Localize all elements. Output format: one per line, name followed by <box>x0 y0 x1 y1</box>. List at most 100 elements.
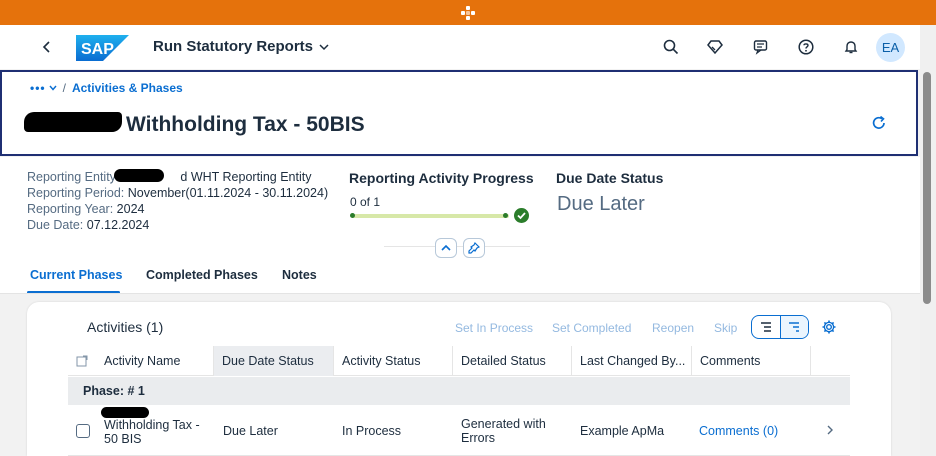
due-status-value: Due Later <box>557 193 645 215</box>
header-divider <box>384 246 530 247</box>
activity-name-line2: 50 BIS <box>104 432 142 446</box>
meta-entity-label: Reporting Entity: <box>27 170 120 184</box>
pin-icon <box>468 242 480 254</box>
activity-name-line1: Withholding Tax - <box>104 418 200 432</box>
meta-period-value: November(01.11.2024 - 30.11.2024) <box>127 186 329 200</box>
help-icon <box>798 39 814 55</box>
bell-icon <box>844 41 858 54</box>
chevron-down-icon <box>319 43 329 50</box>
help-button[interactable] <box>796 37 816 57</box>
meta-year-label: Reporting Year: <box>27 202 114 216</box>
row-checkbox[interactable] <box>76 424 90 438</box>
overflow-dots: ••• <box>30 81 46 95</box>
chat-button[interactable] <box>751 37 771 57</box>
table-title: Activities (1) <box>87 319 164 335</box>
row-navigation-button[interactable] <box>826 424 834 438</box>
meta-entity-row: Reporting Entity: d WHT Reporting Entity <box>27 169 328 185</box>
cell-detailed-status: Generated with Errors <box>461 417 546 445</box>
set-in-process-button[interactable]: Set In Process <box>455 321 533 335</box>
due-status-title: Due Date Status <box>556 170 664 186</box>
breadcrumb-overflow-button[interactable]: ••• <box>30 81 57 95</box>
set-completed-button[interactable]: Set Completed <box>552 321 631 335</box>
tabs-divider <box>0 293 920 294</box>
chevron-left-icon <box>42 41 50 53</box>
meta-year-row: Reporting Year: 2024 <box>27 201 328 217</box>
chevron-up-icon <box>441 244 451 251</box>
meta-period-row: Reporting Period: November(01.11.2024 - … <box>27 185 328 201</box>
progress-title: Reporting Activity Progress <box>349 170 534 186</box>
app-title-menu[interactable]: Run Statutory Reports <box>153 38 329 55</box>
scrollbar-thumb[interactable] <box>923 72 931 304</box>
meta-due-value: 07.12.2024 <box>86 218 150 232</box>
activities-table-card: Activities (1) Set In Process Set Comple… <box>27 302 891 456</box>
meta-period-label: Reporting Period: <box>27 186 125 200</box>
table-row[interactable]: Withholding Tax - 50 BIS Due Later In Pr… <box>68 405 850 456</box>
pin-header-button[interactable] <box>463 238 485 258</box>
cell-activity-status: In Process <box>342 424 402 438</box>
search-icon <box>663 39 679 55</box>
notifications-button[interactable] <box>841 37 861 57</box>
group-header-row[interactable]: Phase: # 1 <box>68 377 850 405</box>
tab-bar: Current Phases Completed Phases Notes <box>0 264 920 294</box>
app-title: Run Statutory Reports <box>153 38 314 55</box>
sap-logo[interactable]: SAP <box>76 35 129 61</box>
flat-view-button[interactable] <box>779 316 808 338</box>
list-indent-icon <box>760 322 771 332</box>
view-toggle <box>751 315 809 339</box>
table-header-row: Activity Name Due Date Status Activity S… <box>68 346 850 376</box>
tab-notes[interactable]: Notes <box>282 268 317 282</box>
chevron-right-icon <box>827 425 833 435</box>
redaction-mark <box>101 407 149 418</box>
gear-icon <box>822 320 836 334</box>
select-all-icon <box>76 355 88 367</box>
detailed-status-line1: Generated with <box>461 417 546 431</box>
select-all-checkbox[interactable] <box>68 346 96 376</box>
sap-joule-icon <box>461 5 475 20</box>
avatar[interactable]: EA <box>876 33 905 62</box>
column-due-date-status[interactable]: Due Date Status <box>214 346 334 376</box>
redaction-mark <box>24 112 122 132</box>
progress-start-dot <box>350 213 355 218</box>
skip-button[interactable]: Skip <box>714 321 737 335</box>
breadcrumb-link-activities[interactable]: Activities & Phases <box>72 81 183 95</box>
breadcrumb: ••• / Activities & Phases <box>30 81 183 95</box>
comments-link[interactable]: Comments (0) <box>699 424 778 438</box>
progress-bar <box>350 213 509 218</box>
column-comments[interactable]: Comments <box>692 346 811 376</box>
shell-bar: SAP Run Statutory Reports EA <box>0 25 920 69</box>
meta-entity-value: d WHT Reporting Entity <box>180 170 312 184</box>
column-last-changed-by[interactable]: Last Changed By... <box>572 346 692 376</box>
collapse-header-button[interactable] <box>435 238 457 258</box>
column-detailed-status[interactable]: Detailed Status <box>453 346 572 376</box>
cell-activity-name: Withholding Tax - 50 BIS <box>104 418 200 446</box>
list-align-right-icon <box>789 322 800 332</box>
chat-icon <box>753 40 768 55</box>
breadcrumb-separator: / <box>62 81 66 95</box>
reopen-button[interactable]: Reopen <box>652 321 694 335</box>
success-check-icon <box>514 208 529 223</box>
chevron-down-icon <box>49 85 57 91</box>
system-bar <box>0 0 936 25</box>
meta-year-value: 2024 <box>116 202 145 216</box>
tab-completed-phases[interactable]: Completed Phases <box>146 268 258 282</box>
cell-due-status: Due Later <box>223 424 278 438</box>
meta-due-label: Due Date: <box>27 218 84 232</box>
diamond-icon <box>707 40 723 55</box>
back-button[interactable] <box>38 37 56 57</box>
object-header: ••• / Activities & Phases Withholding Ta… <box>0 70 918 156</box>
progress-text: 0 of 1 <box>350 195 381 209</box>
tab-current-phases[interactable]: Current Phases <box>30 268 122 282</box>
column-activity-status[interactable]: Activity Status <box>334 346 453 376</box>
meta-due-row: Due Date: 07.12.2024 <box>27 217 328 233</box>
page-title: Withholding Tax - 50BIS <box>126 113 365 136</box>
search-button[interactable] <box>661 37 681 57</box>
refresh-button[interactable] <box>870 114 890 134</box>
table-settings-button[interactable] <box>821 319 837 335</box>
joule-button[interactable] <box>705 37 725 57</box>
sap-logo-text: SAP <box>81 41 114 58</box>
progress-end-dot <box>503 213 508 218</box>
detailed-status-line2: Errors <box>461 431 496 445</box>
column-activity-name[interactable]: Activity Name <box>96 346 214 376</box>
tree-view-button[interactable] <box>752 316 780 338</box>
refresh-icon <box>872 115 885 129</box>
